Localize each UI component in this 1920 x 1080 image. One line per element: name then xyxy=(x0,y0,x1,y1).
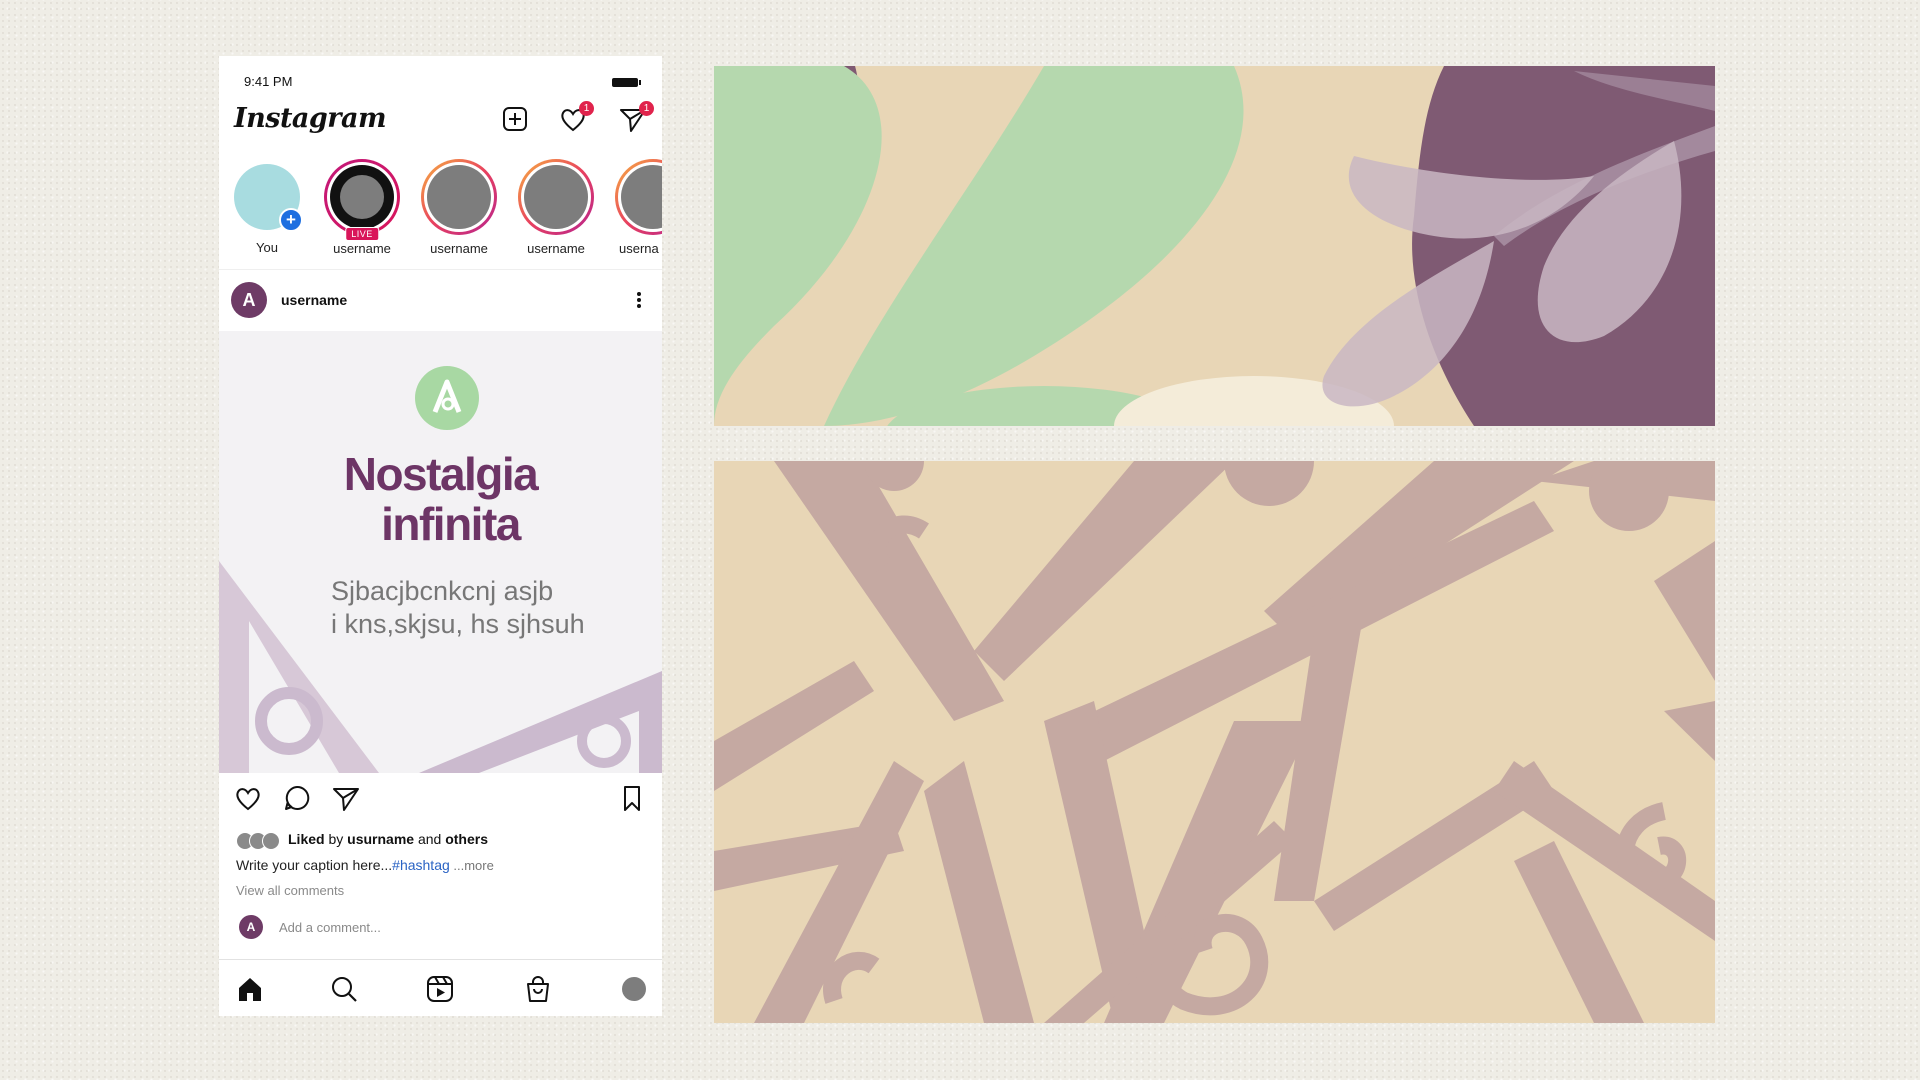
brand-logo xyxy=(415,366,479,430)
story-item[interactable]: username xyxy=(420,159,498,256)
likes-badge: 1 xyxy=(579,101,594,116)
add-comment-row[interactable]: A Add a comment... xyxy=(239,915,649,941)
story-label: username xyxy=(527,241,585,256)
story-label: You xyxy=(256,240,278,255)
story-live[interactable]: LIVE username xyxy=(323,159,401,256)
status-time: 9:41 PM xyxy=(244,74,293,89)
liked-by-line: Liked by usurname and others xyxy=(236,831,488,851)
botanical-pattern xyxy=(714,66,1715,426)
story-label: username xyxy=(430,241,488,256)
title-line-1: Nostalgia xyxy=(343,448,539,500)
hashtag-link[interactable]: #hashtag xyxy=(392,857,450,873)
app-logo: Instagram xyxy=(234,103,387,134)
bookmark-icon[interactable] xyxy=(617,783,647,813)
subtitle-line-2: i kns,skjsu, hs sjhsuh xyxy=(331,609,585,639)
story-you[interactable]: + You xyxy=(228,159,306,255)
liker-avatars xyxy=(236,832,282,851)
subtitle-line-1: Sjbacjbcnkcnj asjb xyxy=(331,576,554,606)
view-all-comments-link[interactable]: View all comments xyxy=(236,883,344,898)
post-header: A username xyxy=(219,269,662,328)
caption-text: Write your caption here... xyxy=(236,857,393,873)
liked-word: Liked xyxy=(288,831,325,847)
add-story-icon[interactable]: + xyxy=(279,208,303,232)
live-badge: LIVE xyxy=(345,227,379,241)
shop-icon[interactable] xyxy=(523,974,553,1004)
more-options-icon[interactable] xyxy=(636,288,642,312)
story-label: username xyxy=(333,241,391,256)
post-avatar[interactable]: A xyxy=(231,282,267,318)
direct-message-icon[interactable]: 1 xyxy=(618,101,654,134)
liked-by-word: by xyxy=(328,831,344,847)
instagram-phone-mockup: 9:41 PM Instagram 1 1 + You LIVE usernam… xyxy=(219,56,662,1016)
liked-user[interactable]: usurname xyxy=(347,831,414,847)
profile-icon[interactable] xyxy=(619,974,649,1004)
liked-others[interactable]: others xyxy=(445,831,488,847)
story-item[interactable]: userna xyxy=(614,159,662,256)
battery-icon xyxy=(612,78,641,87)
post-actions xyxy=(219,783,662,823)
story-label: userna xyxy=(619,241,659,256)
home-icon[interactable] xyxy=(235,974,265,1004)
like-icon[interactable] xyxy=(233,783,263,813)
reels-icon[interactable] xyxy=(425,974,455,1004)
post-image[interactable]: Nostalgia infinita Sjbacjbcnkcnj asjb i … xyxy=(219,331,662,773)
bottom-nav xyxy=(219,959,662,1016)
liked-and-word: and xyxy=(417,831,442,847)
story-item[interactable]: username xyxy=(517,159,595,256)
post-subtitle: Sjbacjbcnkcnj asjb i kns,skjsu, hs sjhsu… xyxy=(331,575,651,641)
banner-bottom xyxy=(714,461,1715,1023)
comment-avatar: A xyxy=(239,915,263,939)
messages-badge: 1 xyxy=(639,101,654,116)
share-icon[interactable] xyxy=(331,783,361,813)
banner-top xyxy=(714,66,1715,426)
post-username[interactable]: username xyxy=(281,292,347,308)
add-comment-input[interactable]: Add a comment... xyxy=(279,920,381,935)
story-avatar xyxy=(524,165,588,229)
geometric-pattern xyxy=(714,461,1715,1023)
more-link[interactable]: ...more xyxy=(450,858,493,873)
post-caption: Write your caption here...#hashtag ...mo… xyxy=(236,857,494,873)
new-post-icon[interactable] xyxy=(500,104,530,134)
own-avatar: + xyxy=(234,164,303,232)
story-avatar xyxy=(427,165,491,229)
search-icon[interactable] xyxy=(329,974,359,1004)
title-line-2: infinita xyxy=(381,498,521,550)
post-title: Nostalgia infinita xyxy=(219,449,662,549)
heart-icon[interactable]: 1 xyxy=(558,101,594,134)
comment-icon[interactable] xyxy=(282,783,312,813)
